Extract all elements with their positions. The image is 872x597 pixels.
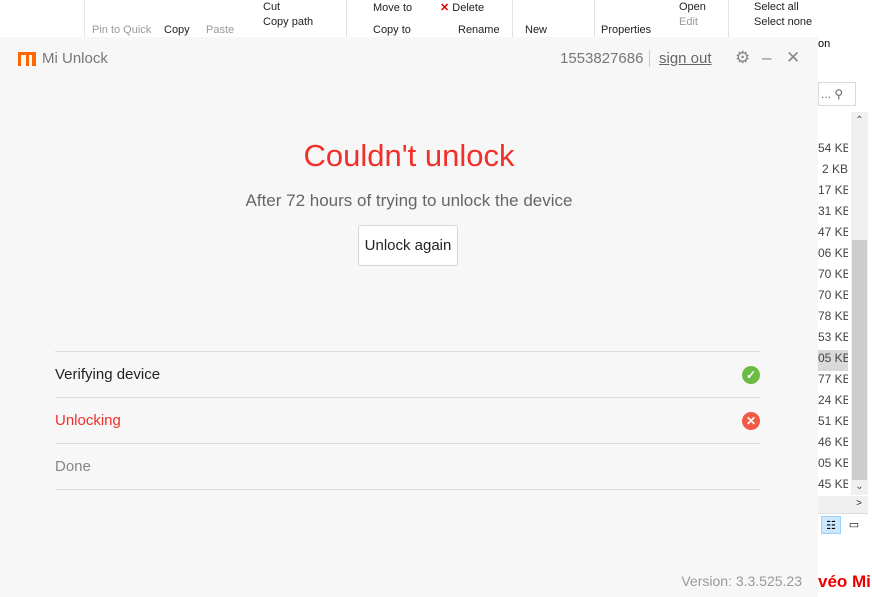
- details-view-icon[interactable]: ☷: [821, 516, 841, 534]
- account-id: 1553827686: [560, 50, 651, 67]
- unlock-again-button[interactable]: Unlock again: [358, 225, 458, 266]
- explorer-search-input[interactable]: ... ⚲: [818, 82, 856, 106]
- minimize-icon[interactable]: –: [762, 48, 771, 68]
- open-button[interactable]: Open: [679, 1, 706, 14]
- settings-gear-icon[interactable]: ⚙: [735, 48, 750, 68]
- mi-logo-icon: [18, 51, 36, 66]
- result-heading: Couldn't unlock: [303, 138, 515, 173]
- pin-to-quick-button[interactable]: Pin to Quick: [92, 24, 151, 37]
- select-all-button[interactable]: Select all: [754, 1, 799, 14]
- delete-button[interactable]: ✕ Delete: [440, 2, 484, 15]
- scroll-up-icon[interactable]: ⌃: [851, 115, 868, 126]
- file-size: 78 KB: [818, 309, 848, 323]
- step-done: Done: [55, 444, 760, 490]
- file-size: 46 KB: [818, 435, 848, 449]
- file-size: 45 KB: [818, 477, 848, 491]
- edit-button[interactable]: Edit: [679, 16, 698, 29]
- version-label: Version: 3.3.525.23: [681, 573, 802, 589]
- step-unlocking: Unlocking ✕: [55, 398, 760, 444]
- scroll-right-icon[interactable]: >: [856, 498, 862, 509]
- file-size: 70 KB: [818, 288, 848, 302]
- app-title: Mi Unlock: [18, 50, 108, 67]
- mi-unlock-window: Mi Unlock 1553827686 sign out ⚙ – ✕ Coul…: [0, 37, 818, 597]
- copy-to-button[interactable]: Copy to: [373, 24, 411, 37]
- step-label: Done: [55, 458, 91, 475]
- file-size: 53 KB: [818, 330, 848, 344]
- file-size: 24 KB: [818, 393, 848, 407]
- explorer-left-pane: [0, 0, 85, 37]
- view-switcher: ☷ ▭: [818, 513, 868, 535]
- rename-button[interactable]: Rename: [458, 24, 500, 37]
- step-label: Verifying device: [55, 366, 161, 383]
- file-size: 70 KB: [818, 267, 848, 281]
- progress-steps: Verifying device ✓ Unlocking ✕ Done: [55, 351, 760, 490]
- vertical-scrollbar[interactable]: ⌃ ⌄: [851, 112, 868, 495]
- background-promo-text: véo Mi: [818, 572, 871, 591]
- delete-icon: ✕: [440, 2, 450, 14]
- new-folder-button[interactable]: New: [525, 24, 547, 37]
- file-size: 2 KB: [821, 162, 848, 176]
- error-x-icon: ✕: [742, 411, 760, 430]
- result-subtitle: After 72 hours of trying to unlock the d…: [245, 191, 573, 210]
- copy-button[interactable]: Copy: [164, 24, 190, 37]
- app-title-text: Mi Unlock: [42, 50, 108, 67]
- search-placeholder: ...: [821, 87, 832, 101]
- properties-button[interactable]: Properties: [601, 24, 651, 37]
- sign-out-link[interactable]: sign out: [659, 50, 712, 67]
- move-to-button[interactable]: Move to: [373, 2, 412, 15]
- scrollbar-thumb[interactable]: [852, 240, 867, 480]
- explorer-ribbon: Pin to Quick Copy Paste Cut Copy path Mo…: [0, 0, 872, 37]
- file-size: 54 KB: [818, 141, 848, 155]
- file-size: 06 KB: [818, 246, 848, 260]
- file-size: 51 KB: [818, 414, 848, 428]
- file-size: 05 KB: [818, 350, 848, 371]
- horizontal-scrollbar[interactable]: >: [818, 496, 868, 513]
- file-size: 17 KB: [818, 183, 848, 197]
- scroll-down-icon[interactable]: ⌄: [851, 481, 868, 492]
- file-size: 05 KB: [818, 456, 848, 470]
- file-size-column: 54 KB 2 KB 17 KB 31 KB 47 KB 06 KB 70 KB…: [818, 140, 848, 497]
- file-size: 47 KB: [818, 225, 848, 239]
- invert-selection-button[interactable]: on: [818, 38, 830, 51]
- check-icon: ✓: [742, 365, 760, 384]
- cut-button[interactable]: Cut: [263, 1, 280, 14]
- file-size: 31 KB: [818, 204, 848, 218]
- search-icon: ⚲: [834, 87, 844, 101]
- delete-label: Delete: [452, 2, 485, 14]
- step-label: Unlocking: [55, 412, 121, 429]
- select-none-button[interactable]: Select none: [754, 16, 812, 29]
- step-verifying-device: Verifying device ✓: [55, 352, 760, 398]
- large-icons-view-icon[interactable]: ▭: [844, 516, 864, 534]
- file-size: 77 KB: [818, 372, 848, 386]
- paste-button[interactable]: Paste: [206, 24, 234, 37]
- copy-path-button[interactable]: Copy path: [263, 16, 313, 29]
- close-icon[interactable]: ✕: [786, 48, 800, 68]
